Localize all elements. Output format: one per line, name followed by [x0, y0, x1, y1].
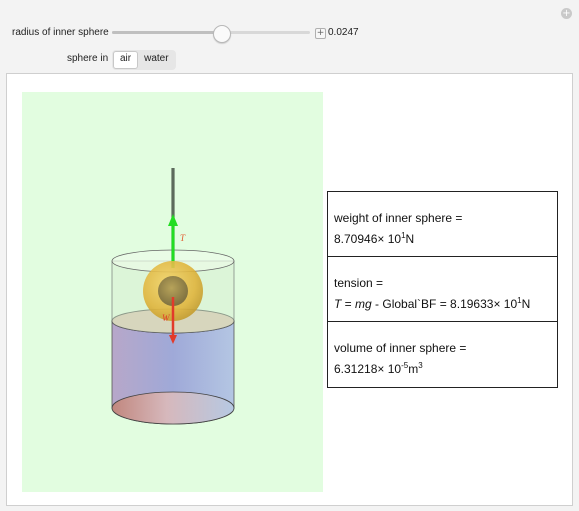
volume-mantissa: 6.31218 — [334, 362, 378, 376]
tension-arrowhead — [168, 214, 178, 226]
tension-value: T = mg - Global`BF = 8.19633× 101N — [334, 292, 551, 313]
beaker-scene-svg: T W — [111, 168, 235, 425]
info-table: weight of inner sphere = 8.70946× 101N t… — [327, 191, 558, 388]
radius-label: radius of inner sphere — [12, 27, 109, 38]
medium-label: sphere in — [67, 53, 109, 64]
medium-option-air[interactable]: air — [113, 51, 139, 69]
volume-cell: volume of inner sphere = 6.31218× 10-5m3 — [328, 322, 557, 387]
weight-cell: weight of inner sphere = 8.70946× 101N — [328, 192, 557, 257]
tension-equals: = — [341, 297, 356, 311]
volume-unit-exponent: 3 — [418, 361, 423, 370]
weight-unit: N — [405, 232, 415, 246]
medium-option-water[interactable]: water — [138, 51, 174, 69]
weight-mantissa: 8.70946 — [334, 232, 378, 246]
volume-unit: m — [408, 362, 419, 376]
expand-icon[interactable]: + — [561, 8, 572, 19]
radius-slider-fill — [112, 31, 221, 34]
slider-plus-icon[interactable]: + — [315, 28, 326, 39]
tension-title: tension = — [334, 276, 384, 290]
tension-cell: tension = T = mg - Global`BF = 8.19633× … — [328, 257, 557, 322]
weight-value: 8.70946× 101N — [334, 227, 551, 248]
radius-value: 0.0247 — [328, 27, 359, 38]
tension-label: T — [180, 233, 186, 243]
output-panel: T W weight of inner sphere = 8.70946× 10… — [6, 73, 573, 506]
tension-rest: - Global`BF = 8.19633 — [371, 297, 494, 311]
scene-3d[interactable]: T W — [22, 92, 323, 492]
radius-slider-track[interactable] — [112, 31, 310, 34]
tension-unit: N — [521, 297, 531, 311]
volume-times-ten: × 10 — [377, 362, 402, 376]
tension-times-ten: × 10 — [493, 297, 518, 311]
tension-mg: mg — [355, 297, 372, 311]
beaker-bottom — [111, 391, 235, 425]
weight-times-ten: × 10 — [377, 232, 402, 246]
volume-title: volume of inner sphere = — [334, 341, 467, 355]
medium-toggle: air water — [112, 50, 176, 70]
radius-slider-thumb[interactable] — [212, 25, 231, 43]
volume-value: 6.31218× 10-5m3 — [334, 357, 551, 378]
weight-title: weight of inner sphere = — [334, 211, 463, 225]
